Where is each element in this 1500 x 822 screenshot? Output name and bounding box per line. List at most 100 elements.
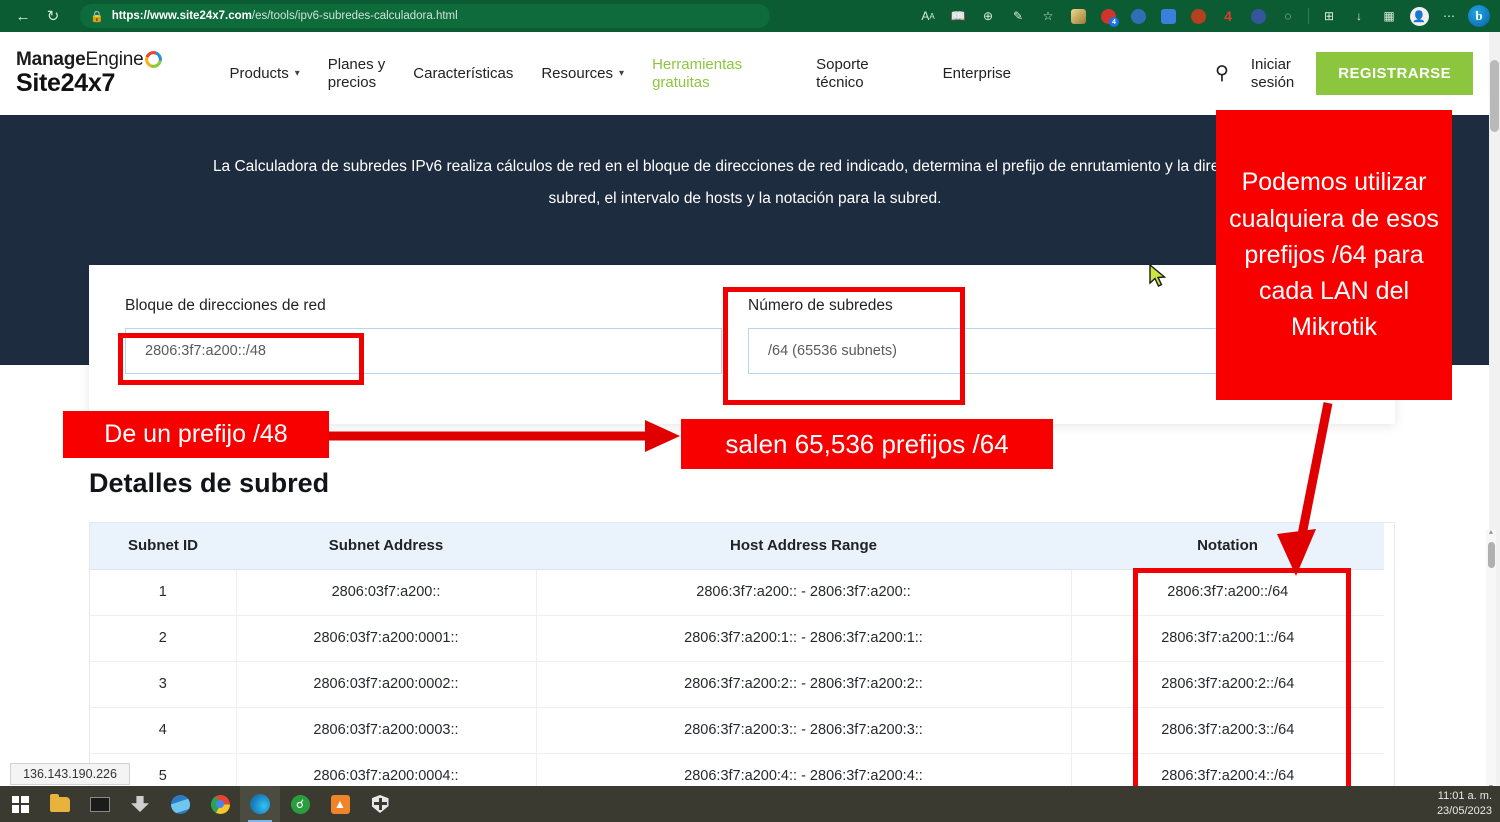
account-avatar-icon[interactable]: 👤	[1406, 4, 1432, 28]
edge-icon[interactable]	[240, 786, 280, 822]
clock-time: 11:01 a. m.	[1437, 789, 1492, 804]
extension-blue-icon[interactable]	[1125, 4, 1151, 28]
screen-root: ← ↻ 🔒 https://www.site24x7.com/es/tools/…	[0, 0, 1500, 822]
extension-glasses-icon[interactable]	[1185, 4, 1211, 28]
mouse-cursor-icon	[1149, 264, 1167, 288]
search-icon[interactable]: ⚲	[1193, 62, 1251, 85]
cell-subnet-address: 2806:03f7:a200:0002::	[236, 661, 536, 707]
table-scrollbar[interactable]: ▲ ▼	[1486, 529, 1496, 791]
read-aloud-icon[interactable]: AA	[915, 4, 941, 28]
reload-icon[interactable]: ↻	[38, 3, 68, 29]
security-shield-icon[interactable]	[360, 786, 400, 822]
scroll-up-arrow-icon[interactable]: ▲	[1487, 529, 1495, 536]
column-header-subnet-address: Subnet Address	[236, 523, 536, 569]
lock-icon: 🔒	[90, 10, 104, 23]
downloads-icon[interactable]: ↓	[1346, 4, 1372, 28]
nav-label-resources: Resources	[541, 65, 613, 83]
cell-host-range: 2806:3f7:a200:: - 2806:3f7:a200::	[536, 569, 1071, 615]
extension-4-icon[interactable]: 4	[1215, 4, 1241, 28]
collections-icon[interactable]: ⊞	[1316, 4, 1342, 28]
cell-host-range: 2806:3f7:a200:3:: - 2806:3f7:a200:3::	[536, 707, 1071, 753]
status-tooltip: 136.143.190.226	[10, 763, 130, 785]
taskbar-clock[interactable]: 11:01 a. m. 23/05/2023	[1437, 789, 1492, 819]
nav-item-planes-precios[interactable]: Planes y precios	[314, 56, 400, 91]
highlight-box-subnet-count	[723, 287, 965, 405]
cell-subnet-address: 2806:03f7:a200:0003::	[236, 707, 536, 753]
nav-label-products: Products	[230, 65, 289, 83]
main-nav: Products ▾ Planes y precios Característi…	[216, 56, 1193, 91]
extension-badge-count: 4	[1109, 17, 1119, 27]
winbox-icon[interactable]: ☌	[280, 786, 320, 822]
page-scrollbar-thumb[interactable]	[1490, 60, 1499, 132]
windows-taskbar: ☌ ▲ 11:01 a. m. 23/05/2023	[0, 786, 1500, 822]
cell-subnet-address: 2806:03f7:a200::	[236, 569, 536, 615]
subnet-table-header: Subnet ID Subnet Address Host Address Ra…	[90, 523, 1384, 569]
cell-subnet-id: 1	[90, 569, 236, 615]
highlight-box-notation-column	[1133, 568, 1351, 811]
highlight-box-network-block	[118, 333, 364, 385]
extension-ghost-icon[interactable]: ◌	[1275, 4, 1301, 28]
page-title: Detalles de subred	[89, 468, 329, 499]
hero-description: La Calculadora de subredes IPv6 realiza …	[200, 151, 1290, 215]
terminal-icon[interactable]	[80, 786, 120, 822]
nav-item-resources[interactable]: Resources ▾	[527, 65, 638, 83]
site-header: ManageEngine Site24x7 Products ▾ Planes …	[0, 32, 1489, 115]
more-options-icon[interactable]: ⋯	[1436, 4, 1462, 28]
extension-red-badge-icon[interactable]: 4	[1095, 4, 1121, 28]
browser-globe-icon[interactable]	[160, 786, 200, 822]
nav-item-enterprise[interactable]: Enterprise	[929, 65, 1025, 83]
extension-ip-icon[interactable]	[1245, 4, 1271, 28]
pen-annotate-icon[interactable]: ✎	[1005, 4, 1031, 28]
column-header-subnet-id: Subnet ID	[90, 523, 236, 569]
label-network-block: Bloque de direcciones de red	[125, 297, 722, 315]
column-header-notation: Notation	[1071, 523, 1384, 569]
table-header-row: Subnet ID Subnet Address Host Address Ra…	[90, 523, 1384, 569]
url-domain: https://www.site24x7.com	[112, 10, 252, 22]
nav-item-products[interactable]: Products ▾	[216, 65, 314, 83]
zoom-icon[interactable]: ⊕	[975, 4, 1001, 28]
favorite-star-icon[interactable]: ☆	[1035, 4, 1061, 28]
url-path: /es/tools/ipv6-subredes-calculadora.html	[252, 10, 458, 22]
cell-subnet-id: 2	[90, 615, 236, 661]
url-text: https://www.site24x7.com/es/tools/ipv6-s…	[112, 10, 458, 22]
login-link[interactable]: Iniciar sesión	[1251, 56, 1316, 91]
clock-date: 23/05/2023	[1437, 804, 1492, 819]
browser-toolbar: ← ↻ 🔒 https://www.site24x7.com/es/tools/…	[0, 0, 1500, 32]
cell-subnet-id: 4	[90, 707, 236, 753]
bing-copilot-icon[interactable]: b	[1466, 4, 1492, 28]
start-windows-icon[interactable]	[0, 786, 40, 822]
immersive-reader-icon[interactable]: 📖	[945, 4, 971, 28]
file-explorer-icon[interactable]	[40, 786, 80, 822]
cell-subnet-id: 3	[90, 661, 236, 707]
cell-host-range: 2806:3f7:a200:2:: - 2806:3f7:a200:2::	[536, 661, 1071, 707]
browser-toolbar-icons: AA 📖 ⊕ ✎ ☆ 4 4 ◌ ⊞ ↓ ▦ 👤 ⋯ b	[770, 4, 1500, 28]
column-header-host-address-range: Host Address Range	[536, 523, 1071, 569]
address-bar[interactable]: 🔒 https://www.site24x7.com/es/tools/ipv6…	[80, 4, 770, 28]
edge-profile-icon[interactable]: ▦	[1376, 4, 1402, 28]
back-arrow-icon[interactable]: ←	[8, 3, 38, 29]
tool-icon[interactable]	[120, 786, 160, 822]
callout-mikrotik: Podemos utilizar cualquiera de esos pref…	[1216, 110, 1452, 400]
table-scrollbar-thumb[interactable]	[1488, 542, 1495, 568]
register-button[interactable]: REGISTRARSE	[1316, 52, 1473, 95]
chrome-icon[interactable]	[200, 786, 240, 822]
nav-item-caracteristicas[interactable]: Características	[399, 65, 527, 83]
extension-shield-icon[interactable]	[1065, 4, 1091, 28]
nav-item-soporte-tecnico[interactable]: Soporte técnico	[802, 56, 883, 91]
site-logo[interactable]: ManageEngine Site24x7	[16, 50, 162, 96]
toolbar-divider	[1308, 8, 1309, 24]
logo-swoosh-icon	[145, 51, 162, 68]
mikrotik-icon[interactable]: ▲	[320, 786, 360, 822]
header-right-group: ⚲ Iniciar sesión REGISTRARSE	[1193, 52, 1489, 95]
arrow-head-horizontal	[645, 420, 680, 452]
callout-salen-prefijos: salen 65,536 prefijos /64	[681, 419, 1053, 469]
callout-prefix-48: De un prefijo /48	[63, 411, 329, 458]
chevron-down-icon: ▾	[619, 68, 624, 80]
cell-subnet-address: 2806:03f7:a200:0001::	[236, 615, 536, 661]
logo-site24x7: Site24x7	[16, 70, 162, 96]
cell-host-range: 2806:3f7:a200:1:: - 2806:3f7:a200:1::	[536, 615, 1071, 661]
nav-item-herramientas-gratuitas[interactable]: Herramientas gratuitas	[638, 56, 756, 91]
translate-icon[interactable]	[1155, 4, 1181, 28]
logo-manageengine: ManageEngine	[16, 50, 162, 70]
chevron-down-icon: ▾	[295, 68, 300, 80]
